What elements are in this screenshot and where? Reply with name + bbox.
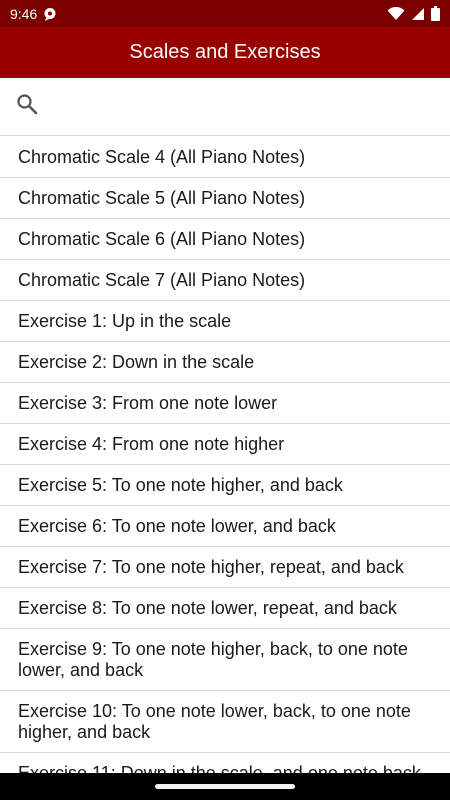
list-item[interactable]: Chromatic Scale 5 (All Piano Notes) [0, 178, 450, 219]
battery-icon [431, 6, 440, 21]
list-item[interactable]: Exercise 2: Down in the scale [0, 342, 450, 383]
scale-list[interactable]: Chromatic Scale 4 (All Piano Notes) Chro… [0, 137, 450, 773]
list-item[interactable]: Exercise 1: Up in the scale [0, 301, 450, 342]
list-item[interactable]: Exercise 4: From one note higher [0, 424, 450, 465]
list-item[interactable]: Exercise 3: From one note lower [0, 383, 450, 424]
cell-signal-icon [411, 7, 425, 21]
app-bar: Scales and Exercises [0, 27, 450, 78]
list-item[interactable]: Exercise 7: To one note higher, repeat, … [0, 547, 450, 588]
list-item[interactable]: Exercise 5: To one note higher, and back [0, 465, 450, 506]
screen: 9:46 Scales and Exercises Chromatic Scal… [0, 0, 450, 800]
list-item[interactable]: Exercise 10: To one note lower, back, to… [0, 691, 450, 753]
list-item[interactable]: Chromatic Scale 6 (All Piano Notes) [0, 219, 450, 260]
search-input[interactable] [52, 86, 450, 127]
wifi-icon [387, 6, 405, 21]
chat-bubble-icon [43, 7, 57, 21]
search-icon[interactable] [16, 93, 38, 120]
list-item[interactable]: Exercise 8: To one note lower, repeat, a… [0, 588, 450, 629]
list-item[interactable]: Exercise 9: To one note higher, back, to… [0, 629, 450, 691]
navigation-bar [0, 773, 450, 800]
search-bar[interactable] [0, 78, 450, 136]
status-bar: 9:46 [0, 0, 450, 27]
status-time: 9:46 [10, 5, 38, 22]
list-item[interactable]: Exercise 11: Down in the scale, and one … [0, 753, 450, 773]
page-title: Scales and Exercises [129, 41, 321, 63]
list-item[interactable]: Chromatic Scale 7 (All Piano Notes) [0, 260, 450, 301]
list-item[interactable]: Chromatic Scale 4 (All Piano Notes) [0, 137, 450, 178]
status-right [387, 6, 440, 21]
list-item[interactable]: Exercise 6: To one note lower, and back [0, 506, 450, 547]
home-gesture-handle[interactable] [155, 784, 295, 789]
status-left: 9:46 [10, 6, 57, 22]
